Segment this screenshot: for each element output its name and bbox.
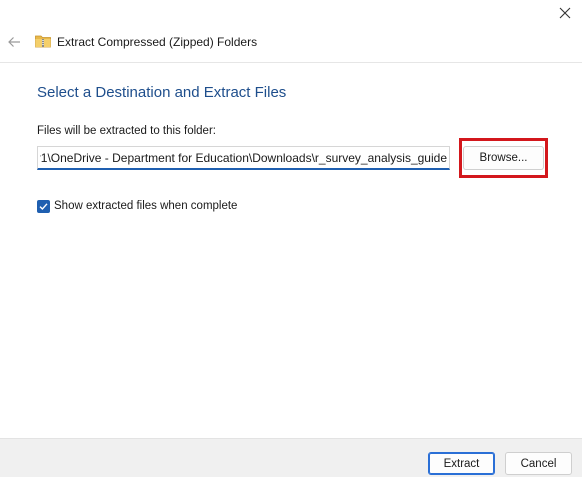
back-button[interactable] [4,32,24,52]
destination-path-input[interactable] [37,146,450,170]
checkmark-icon [39,202,48,210]
wizard-title: Extract Compressed (Zipped) Folders [57,35,258,49]
close-button[interactable] [554,2,576,24]
close-icon [559,7,571,19]
browse-button[interactable]: Browse... [463,146,544,170]
show-files-checkbox-row[interactable]: Show extracted files when complete [37,198,237,214]
wizard-header: Extract Compressed (Zipped) Folders [0,26,582,63]
extract-button[interactable]: Extract [428,452,495,475]
title-bar [0,0,582,26]
destination-label: Files will be extracted to this folder: [37,125,216,137]
footer-bar: Extract Cancel [0,438,582,477]
cancel-button[interactable]: Cancel [505,452,572,475]
page-title: Select a Destination and Extract Files [37,84,287,101]
show-files-label: Show extracted files when complete [54,200,238,212]
back-arrow-icon [8,37,20,47]
show-files-checkbox[interactable] [37,199,50,213]
zip-folder-icon [35,35,51,48]
